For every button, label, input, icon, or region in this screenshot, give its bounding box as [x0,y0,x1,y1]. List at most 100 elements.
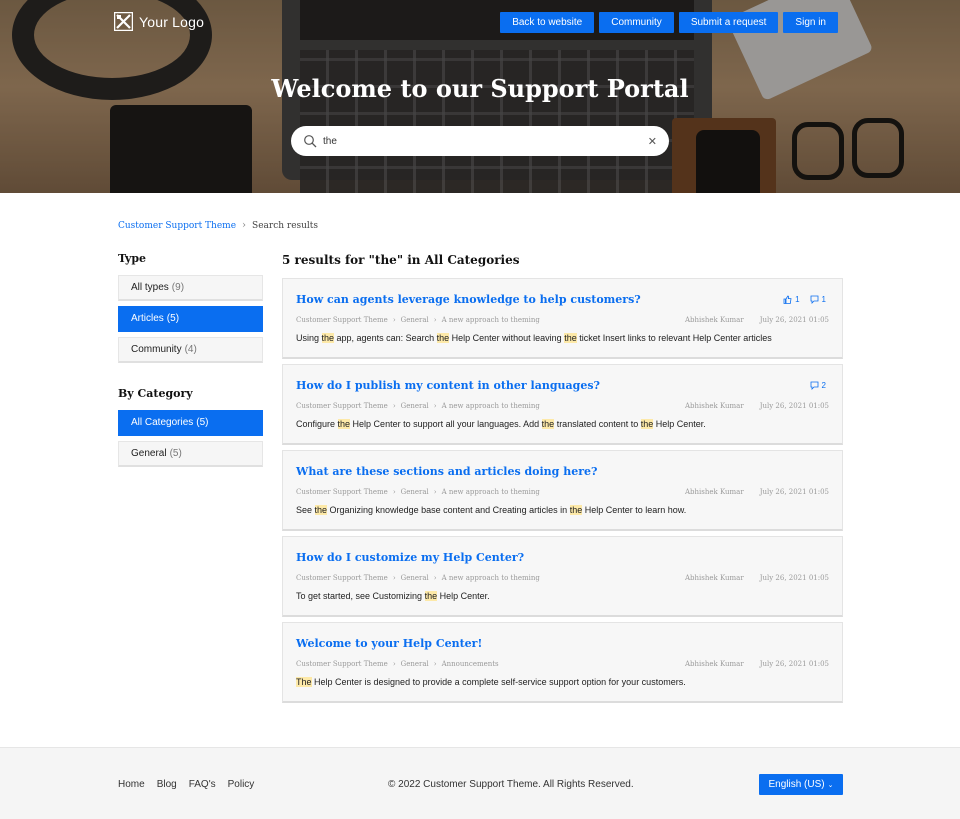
meta-path-link[interactable]: A new approach to theming [442,402,540,410]
highlight: the [321,333,335,343]
meta-path-link[interactable]: Customer Support Theme [296,574,388,582]
breadcrumb: Customer Support Theme › Search results [118,220,318,231]
result-meta: Customer Support Theme › General › A new… [296,488,829,496]
language-label: English (US) [768,779,825,790]
meta-path-link[interactable]: A new approach to theming [442,316,540,324]
meta-path-link[interactable]: General [401,660,429,668]
meta-path-link[interactable]: General [401,402,429,410]
result-stats: 1 1 [783,295,826,304]
language-selector[interactable]: English (US) ⌄ [759,774,843,795]
filter-all-types[interactable]: All types (9) [118,275,263,301]
footer-link-home[interactable]: Home [118,779,145,790]
footer-link-blog[interactable]: Blog [157,779,177,790]
submit-request-button[interactable]: Submit a request [678,12,779,33]
comment-icon [810,381,818,390]
meta-path-link[interactable]: General [401,316,429,324]
result-meta: Customer Support Theme › General › A new… [296,316,829,324]
highlight: the [436,333,450,343]
chevron-right-icon: › [242,220,247,231]
back-to-website-button[interactable]: Back to website [500,12,595,33]
chevron-right-icon: › [433,402,437,410]
meta-path-link[interactable]: Customer Support Theme [296,402,388,410]
breadcrumb-home-link[interactable]: Customer Support Theme [118,221,236,231]
vote-count: 1 [783,295,800,304]
result-title-link[interactable]: How do I customize my Help Center? [296,551,829,564]
result-card: How do I customize my Help Center? Custo… [282,536,843,617]
filter-count: (4) [184,344,197,355]
community-button[interactable]: Community [599,12,674,33]
result-date: July 26, 2021 01:05 [759,316,829,324]
filter-count: (5) [166,313,180,324]
comment-count-value: 1 [821,295,826,304]
highlight: the [640,419,654,429]
filter-count: (5) [196,417,209,428]
breadcrumb-current: Search results [252,220,319,231]
meta-path-link[interactable]: Customer Support Theme [296,660,388,668]
filter-count: (5) [169,448,182,459]
filter-label: All Categories [131,417,194,428]
meta-path-link[interactable]: Announcements [442,660,499,668]
result-title-link[interactable]: Welcome to your Help Center! [296,637,829,650]
chevron-down-icon: ⌄ [827,781,834,789]
result-card: How do I publish my content in other lan… [282,364,843,445]
search-icon [304,135,317,148]
chevron-right-icon: › [392,402,396,410]
filter-sidebar: Type All types (9) Articles (5) Communit… [118,252,263,472]
vote-count-value: 1 [795,295,800,304]
filter-label: Community [131,344,182,355]
result-author: Abhishek Kumar [684,660,744,668]
result-snippet: Configure the Help Center to support all… [296,419,706,429]
hero-banner: Your Logo Back to website Community Subm… [0,0,960,193]
highlight: The [296,677,312,687]
meta-path-link[interactable]: General [401,488,429,496]
filter-general[interactable]: General (5) [118,441,263,467]
meta-path-link[interactable]: Customer Support Theme [296,316,388,324]
result-snippet: The Help Center is designed to provide a… [296,677,686,687]
result-card: What are these sections and articles doi… [282,450,843,531]
chevron-right-icon: › [433,316,437,324]
chevron-right-icon: › [433,574,437,582]
chevron-right-icon: › [433,488,437,496]
filter-all-categories[interactable]: All Categories (5) [118,410,263,436]
meta-path-link[interactable]: A new approach to theming [442,574,540,582]
filter-label: All types [131,282,169,293]
footer-link-faq[interactable]: FAQ's [189,779,216,790]
logo-text: Your Logo [139,13,205,30]
result-title-link[interactable]: How do I publish my content in other lan… [296,379,829,392]
filter-articles[interactable]: Articles (5) [118,306,263,332]
comment-count: 1 [810,295,826,304]
results-heading: 5 results for "the" in All Categories [282,253,520,267]
highlight: the [314,505,328,515]
meta-path-link[interactable]: A new approach to theming [442,488,540,496]
result-date: July 26, 2021 01:05 [759,660,829,668]
copyright-text: © 2022 Customer Support Theme. All Right… [388,779,634,790]
result-author: Abhishek Kumar [684,402,744,410]
result-author: Abhishek Kumar [684,574,744,582]
filter-label: Articles [131,313,164,324]
sign-in-button[interactable]: Sign in [783,12,838,33]
result-title-link[interactable]: What are these sections and articles doi… [296,465,829,478]
result-card: How can agents leverage knowledge to hel… [282,278,843,359]
clear-search-icon[interactable]: ✕ [648,135,657,148]
result-snippet: See the Organizing knowledge base conten… [296,505,687,515]
logo[interactable]: Your Logo [114,12,204,31]
meta-path-link[interactable]: General [401,574,429,582]
comment-count: 2 [810,381,826,390]
thumbs-up-icon [783,295,792,304]
result-date: July 26, 2021 01:05 [759,402,829,410]
footer-link-policy[interactable]: Policy [228,779,255,790]
highlight: the [564,333,577,343]
result-author: Abhishek Kumar [684,488,744,496]
highlight: the [337,419,351,429]
meta-path-link[interactable]: Customer Support Theme [296,488,388,496]
footer-links: Home Blog FAQ's Policy [118,779,254,790]
result-stats: 2 [810,381,826,390]
result-snippet: Using the app, agents can: Search the He… [296,333,772,343]
filter-community[interactable]: Community (4) [118,337,263,363]
filter-label: General [131,448,167,459]
result-title-link[interactable]: How can agents leverage knowledge to hel… [296,293,829,306]
chevron-right-icon: › [392,316,396,324]
comment-icon [810,295,818,304]
page-title: Welcome to our Support Portal [271,74,689,103]
search-input[interactable] [323,135,648,147]
